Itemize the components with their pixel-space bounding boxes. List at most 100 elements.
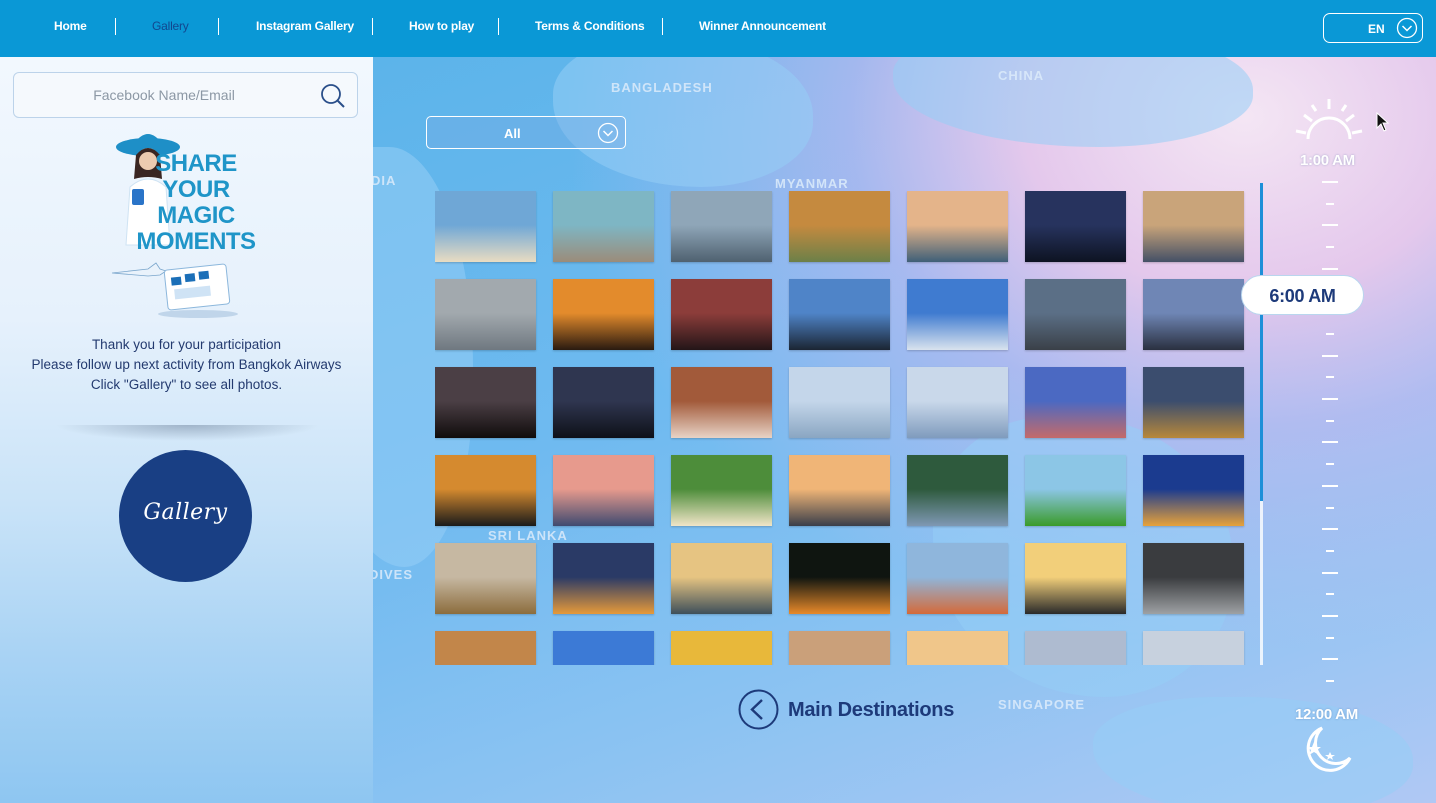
time-tick	[1322, 398, 1338, 400]
map-label: DIVES	[373, 567, 414, 582]
gallery-photo-thumbnail[interactable]	[435, 191, 536, 262]
nav-divider	[662, 18, 663, 35]
gallery-photo-thumbnail[interactable]	[671, 631, 772, 665]
time-slider-handle[interactable]: 6:00 AM	[1241, 275, 1364, 315]
time-tick	[1326, 202, 1334, 205]
gallery-photo-thumbnail[interactable]	[435, 367, 536, 438]
gallery-photo-thumbnail[interactable]	[1143, 191, 1244, 262]
gallery-photo-thumbnail[interactable]	[1025, 543, 1126, 614]
gallery-photo-thumbnail[interactable]	[1143, 631, 1244, 665]
gallery-photo-thumbnail[interactable]	[789, 543, 890, 614]
map-label: BANGLADESH	[611, 80, 713, 95]
gallery-button[interactable]: Gallery	[119, 450, 252, 582]
gallery-photo-thumbnail[interactable]	[1025, 191, 1126, 262]
main-destinations-label: Main Destinations	[788, 699, 955, 721]
gallery-photo-thumbnail[interactable]	[1025, 455, 1126, 526]
gallery-photo-thumbnail[interactable]	[553, 191, 654, 262]
gallery-photo-thumbnail[interactable]	[671, 543, 772, 614]
gallery-photo-thumbnail[interactable]	[671, 279, 772, 350]
gallery-photo-thumbnail[interactable]	[1143, 543, 1244, 614]
time-tick	[1326, 636, 1334, 639]
gallery-photo-thumbnail[interactable]	[435, 631, 536, 665]
scrollbar[interactable]	[1260, 183, 1263, 665]
gallery-photo-thumbnail[interactable]	[1025, 631, 1126, 665]
time-tick	[1326, 246, 1334, 249]
time-tick	[1326, 549, 1334, 552]
gallery-photo-thumbnail[interactable]	[907, 543, 1008, 614]
gallery-photo-thumbnail[interactable]	[1025, 367, 1126, 438]
nav-instagram-gallery[interactable]: Instagram Gallery	[256, 19, 354, 33]
time-tick	[1326, 376, 1334, 379]
gallery-photo-thumbnail[interactable]	[789, 191, 890, 262]
map-label: DIA	[373, 173, 397, 188]
time-tick	[1326, 593, 1334, 596]
nav-terms-conditions[interactable]: Terms & Conditions	[535, 19, 645, 33]
map-label: MYANMAR	[775, 176, 849, 191]
gallery-photo-thumbnail[interactable]	[789, 279, 890, 350]
gallery-photo-thumbnail[interactable]	[671, 367, 772, 438]
map-land	[893, 57, 1253, 147]
gallery-photo-thumbnail[interactable]	[435, 543, 536, 614]
gallery-photo-thumbnail[interactable]	[1025, 279, 1126, 350]
time-end-label: 12:00 AM	[1295, 706, 1358, 723]
gallery-photo-thumbnail[interactable]	[789, 367, 890, 438]
chevron-down-icon	[597, 122, 619, 144]
time-tick	[1326, 680, 1334, 683]
gallery-photo-thumbnail[interactable]	[435, 455, 536, 526]
language-value: EN	[1368, 22, 1385, 36]
nav-how-to-play[interactable]: How to play	[409, 19, 474, 33]
scroll-thumb[interactable]	[1260, 183, 1263, 501]
gallery-photo-thumbnail[interactable]	[553, 543, 654, 614]
category-filter[interactable]: All	[426, 116, 626, 149]
map-label: SINGAPORE	[998, 697, 1086, 712]
current-time-label: 6:00 AM	[1269, 286, 1336, 306]
gallery-photo-thumbnail[interactable]	[671, 191, 772, 262]
gallery-photo-thumbnail[interactable]	[435, 279, 536, 350]
time-start-label: 1:00 AM	[1300, 152, 1355, 169]
promo-headline-line: MOMENTS	[136, 228, 256, 255]
gallery-photo-thumbnail[interactable]	[553, 455, 654, 526]
nav-gallery[interactable]: Gallery	[152, 19, 189, 33]
gallery-photo-thumbnail[interactable]	[789, 631, 890, 665]
nav-winner-announcement[interactable]: Winner Announcement	[699, 19, 826, 33]
gallery-photo-thumbnail[interactable]	[553, 367, 654, 438]
language-selector[interactable]: EN	[1323, 13, 1423, 43]
filter-value: All	[504, 126, 521, 141]
gallery-photo-thumbnail[interactable]	[907, 191, 1008, 262]
nav-divider	[115, 18, 116, 35]
nav-divider	[498, 18, 499, 35]
gallery-photo-thumbnail[interactable]	[907, 631, 1008, 665]
search-box	[13, 72, 358, 118]
promo-headline: SHARE YOUR MAGIC MOMENTS	[116, 151, 276, 255]
thank-you-line: Please follow up next activity from Bang…	[31, 357, 342, 372]
time-tick	[1326, 506, 1334, 509]
promo-headline-line: SHARE	[155, 150, 237, 177]
nav-divider	[372, 18, 373, 35]
left-panel: SHARE YOUR MAGIC MOMENTS Thank you for y…	[0, 57, 373, 803]
time-tick	[1322, 354, 1338, 357]
gallery-photo-thumbnail[interactable]	[907, 455, 1008, 526]
gallery-photo-thumbnail[interactable]	[907, 367, 1008, 438]
time-ticks	[1322, 181, 1340, 691]
mouse-cursor-icon	[1376, 112, 1390, 132]
gallery-photo-thumbnail[interactable]	[553, 631, 654, 665]
map-label: CHINA	[998, 68, 1045, 83]
gallery-photo-thumbnail[interactable]	[671, 455, 772, 526]
nav-home[interactable]: Home	[54, 19, 87, 33]
gallery-photo-thumbnail[interactable]	[553, 279, 654, 350]
airplane-ticket-illustration	[111, 262, 238, 318]
divider-shadow	[55, 425, 320, 441]
time-tick	[1326, 463, 1334, 466]
time-tick	[1326, 419, 1334, 422]
time-tick	[1322, 484, 1338, 487]
gallery-photo-thumbnail[interactable]	[1143, 367, 1244, 438]
gallery-photo-thumbnail[interactable]	[1143, 279, 1244, 350]
time-tick	[1322, 441, 1338, 444]
search-input[interactable]	[14, 73, 314, 117]
gallery-photo-thumbnail[interactable]	[907, 279, 1008, 350]
search-icon[interactable]	[319, 82, 347, 110]
gallery-photo-thumbnail[interactable]	[789, 455, 890, 526]
time-tick	[1322, 528, 1338, 531]
photo-grid	[435, 191, 1255, 665]
gallery-photo-thumbnail[interactable]	[1143, 455, 1244, 526]
